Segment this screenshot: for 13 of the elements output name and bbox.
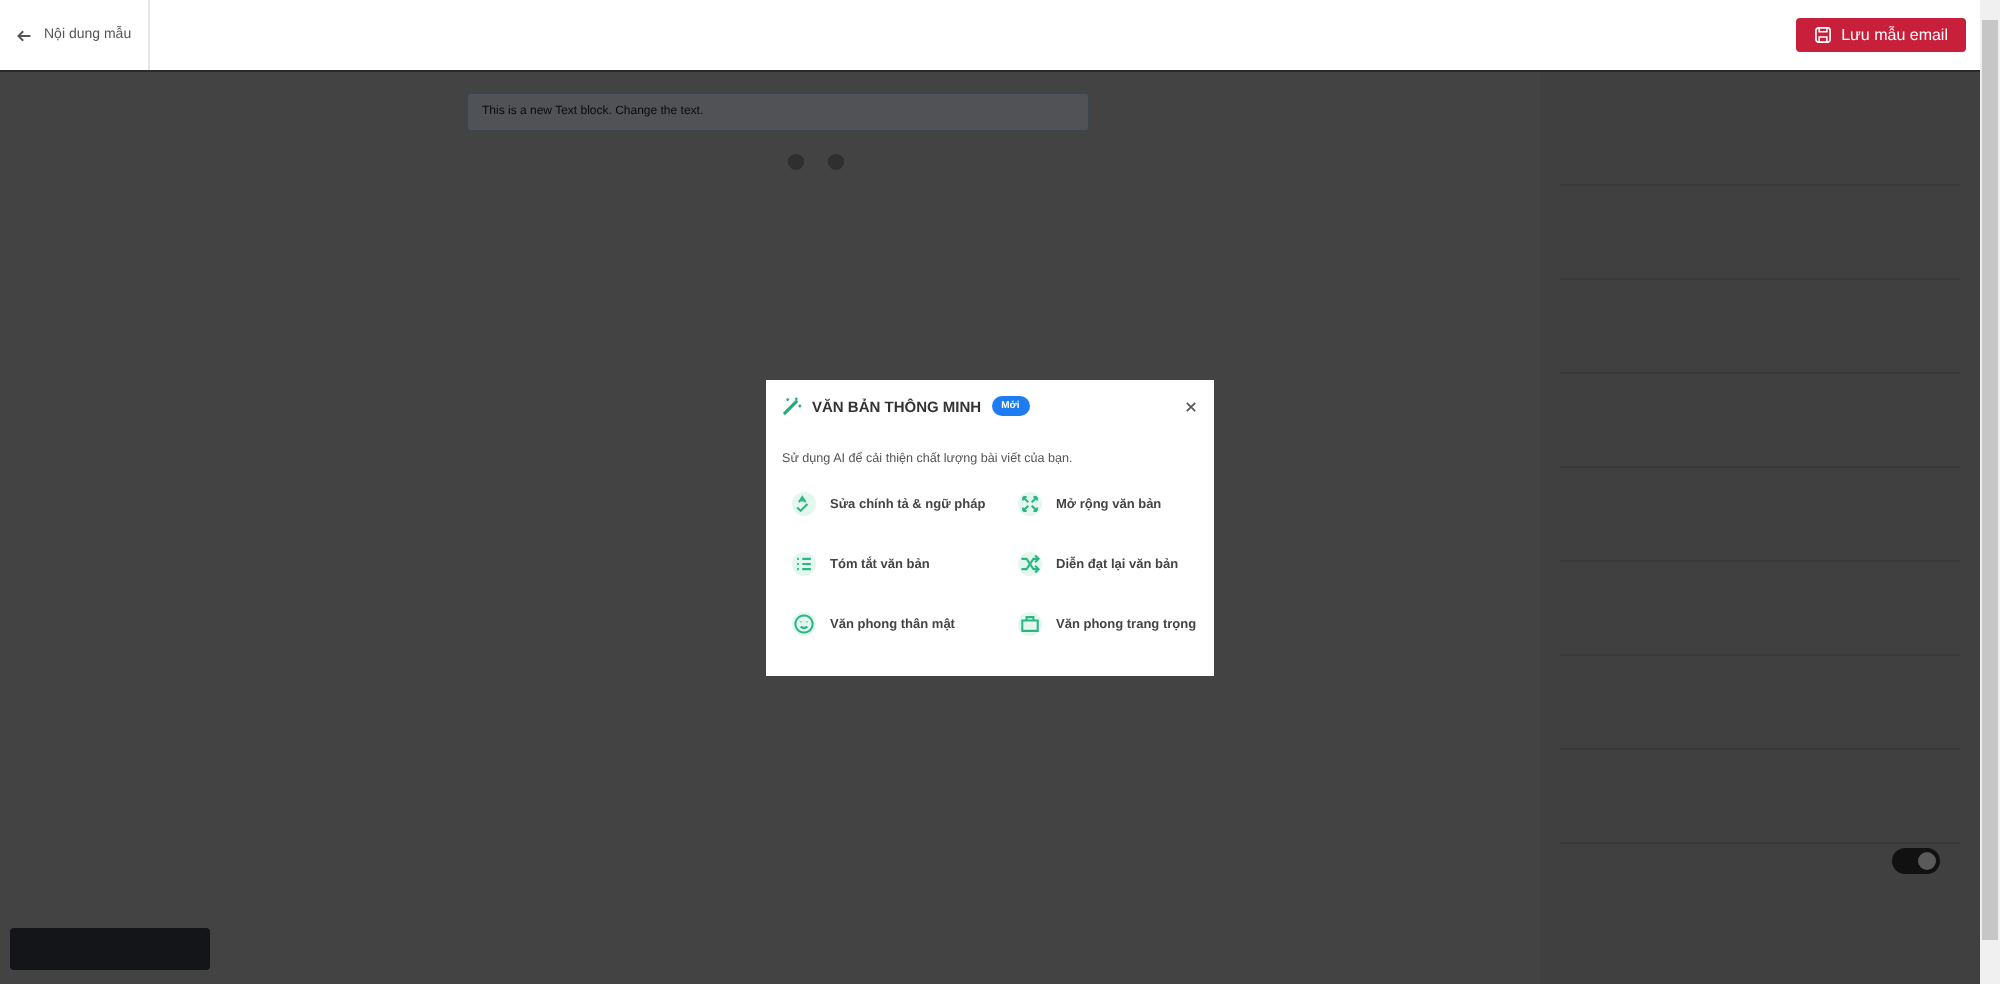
option-icon — [792, 492, 816, 516]
option-icon — [1018, 552, 1042, 576]
option-icon — [1018, 492, 1042, 516]
option-icon — [792, 612, 816, 636]
scrollbar[interactable] — [1980, 0, 2000, 984]
magic-wand-icon — [782, 396, 802, 416]
save-icon — [1813, 26, 1832, 44]
close-icon[interactable] — [1184, 399, 1198, 413]
toggle-switch[interactable] — [1892, 848, 1940, 874]
back-arrow-icon[interactable] — [16, 27, 32, 43]
option-icon — [792, 552, 816, 576]
option-icon — [1018, 612, 1042, 636]
save-button[interactable]: Lưu mẫu email — [1795, 18, 1966, 52]
